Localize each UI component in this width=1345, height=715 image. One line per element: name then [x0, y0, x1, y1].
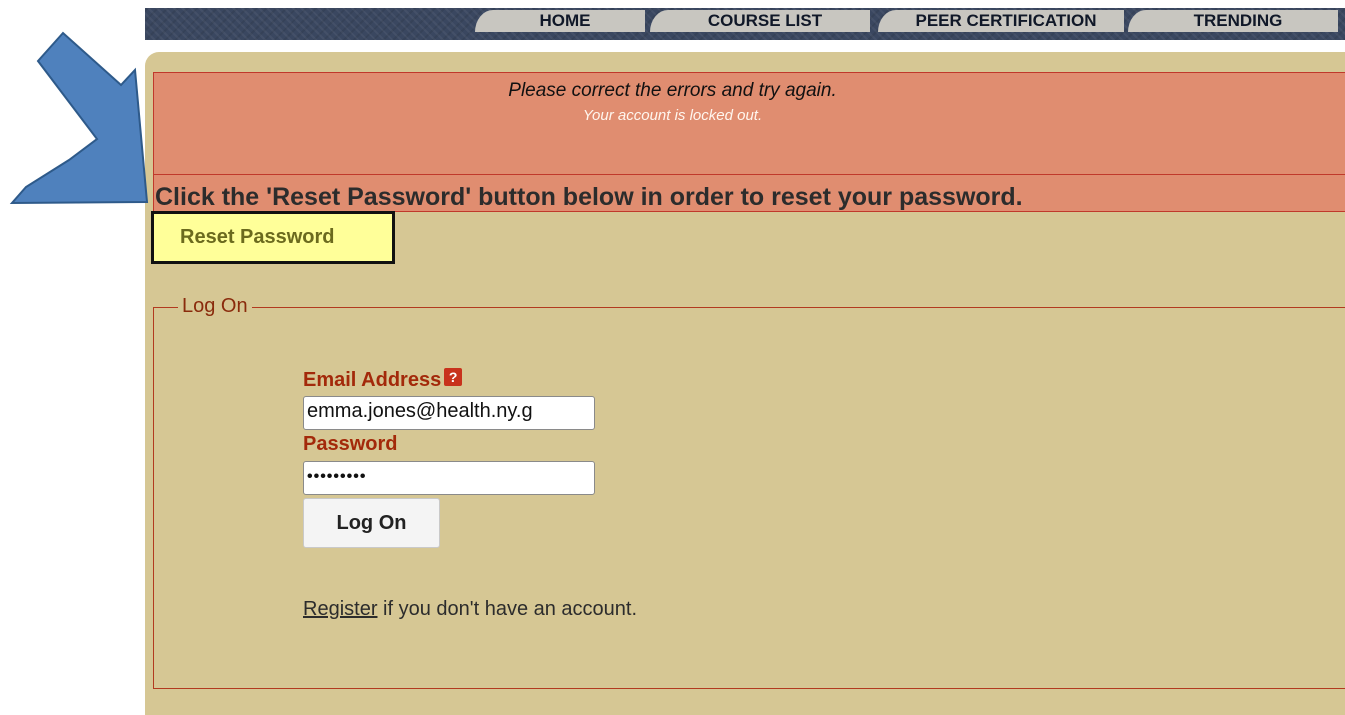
tab-peer-certification-label: PEER CERTIFICATION — [915, 11, 1097, 30]
error-title: Please correct the errors and try again. — [508, 80, 837, 101]
tab-course-list[interactable]: COURSE LIST — [650, 10, 870, 32]
tab-home[interactable]: HOME — [475, 10, 645, 32]
reset-instruction: Click the 'Reset Password' button below … — [155, 183, 1023, 211]
password-field[interactable]: ••••••••• — [303, 461, 595, 495]
password-label: Password — [303, 433, 398, 455]
register-text: if you don't have an account. — [377, 598, 638, 620]
log-on-button[interactable]: Log On — [303, 498, 440, 548]
error-divider — [153, 174, 1345, 175]
email-label-row: Email Address? — [303, 368, 463, 392]
email-label: Email Address — [303, 369, 442, 391]
error-message: Your account is locked out. — [582, 107, 763, 124]
tab-home-label: HOME — [539, 11, 591, 30]
reset-password-button[interactable]: Reset Password — [151, 211, 395, 264]
tab-course-list-label: COURSE LIST — [707, 11, 823, 30]
logon-legend: Log On — [178, 295, 252, 318]
register-link[interactable]: Register — [303, 598, 377, 620]
tab-trending-label: TRENDING — [1193, 11, 1283, 30]
register-prompt: Register if you don't have an account. — [303, 598, 637, 621]
email-field[interactable]: emma.jones@health.ny.g — [303, 396, 595, 430]
tab-peer-certification[interactable]: PEER CERTIFICATION — [878, 10, 1124, 32]
tab-trending[interactable]: TRENDING — [1128, 10, 1338, 32]
help-icon[interactable]: ? — [444, 368, 463, 386]
